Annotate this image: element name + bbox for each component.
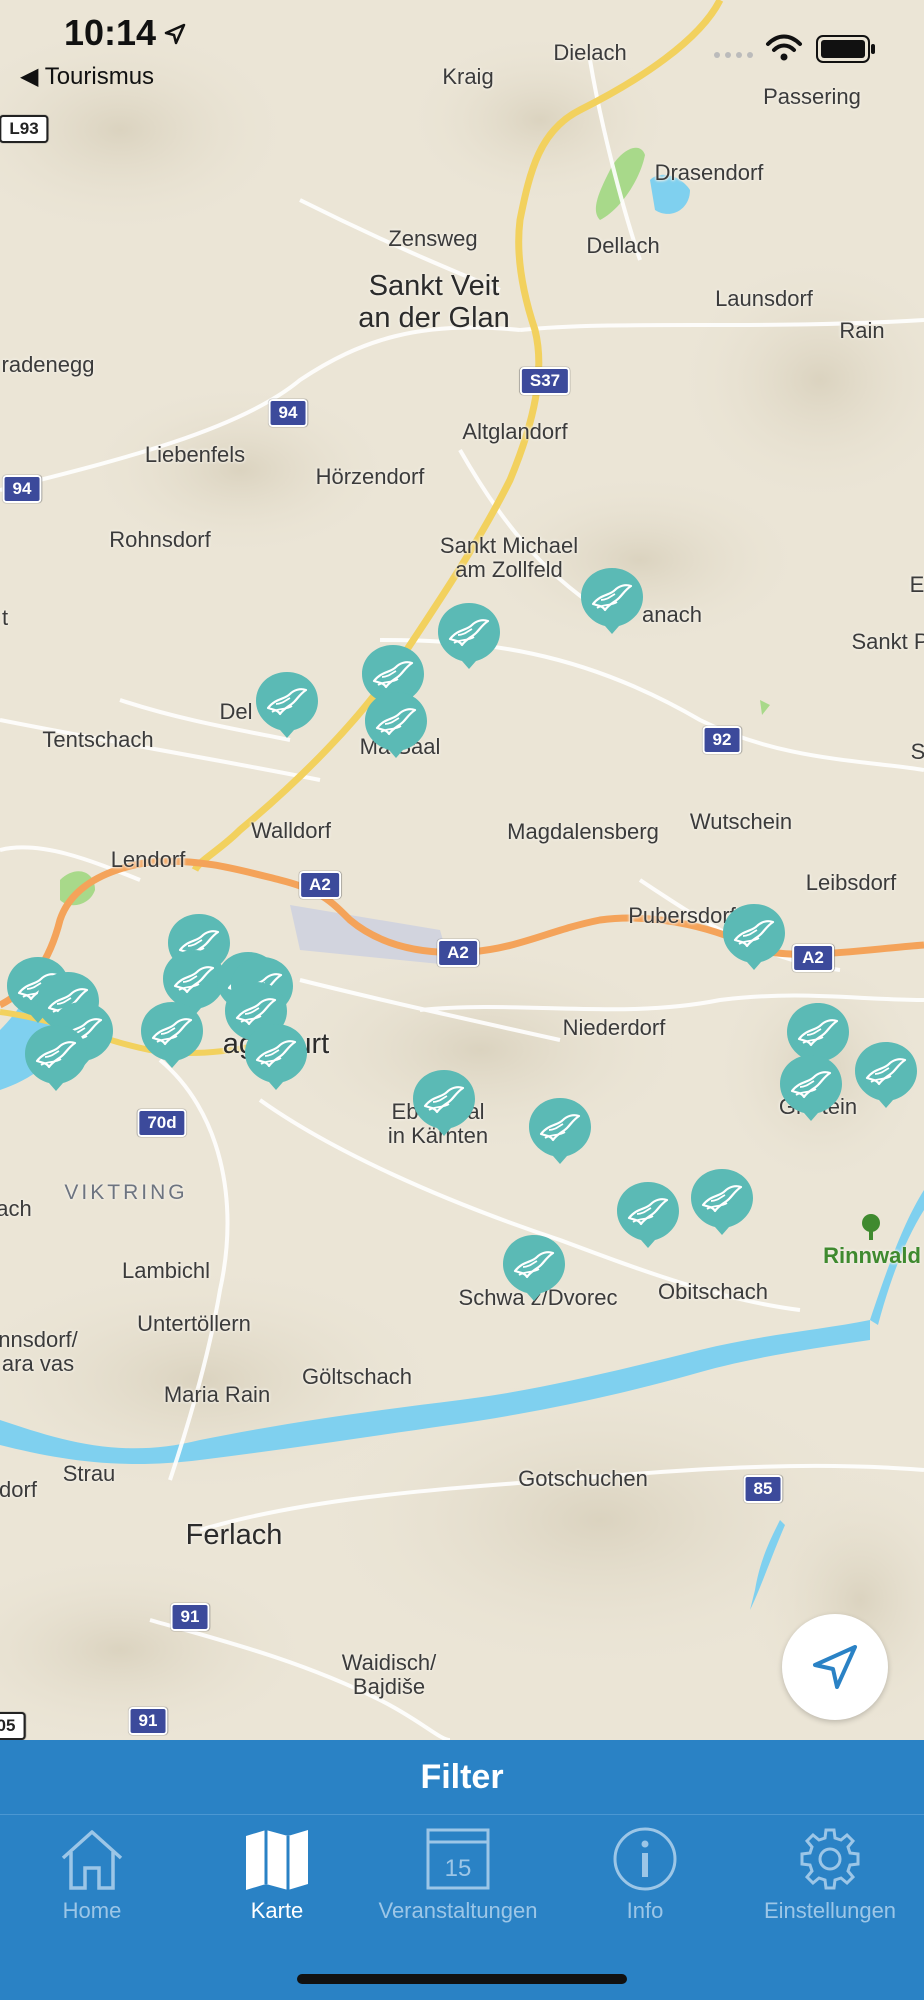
marker-pin-icon[interactable] [23,1023,89,1093]
place-label: Rohnsdorf [109,527,211,552]
marker-pin-icon[interactable] [579,566,645,636]
gear-icon [800,1828,860,1890]
place-label: Sankt Veit an der Glan [358,270,510,334]
locate-me-button[interactable] [782,1614,888,1720]
road-shield: 94 [2,475,42,503]
tab-home[interactable]: Home [2,1826,182,1924]
place-label: Liebenfels [144,442,246,467]
place-label: Göltschach [301,1364,413,1389]
battery-icon [816,35,875,63]
place-label: Hörzendorf [315,464,425,489]
place-label: Ferlach [185,1519,283,1552]
tab-info[interactable]: Info [555,1826,735,1924]
place-label: Sankt P [851,629,924,654]
map-view[interactable]: Dielach Kraig Passering Drasendorf Zensw… [0,0,924,1740]
place-label: Magdalensberg [507,819,659,844]
road-shield: 70d [137,1109,187,1137]
place-label: ach [0,1196,32,1221]
place-label: Rain [839,318,885,343]
place-label: nnsdorf/ ara vas [0,1326,78,1376]
marker-pin-icon[interactable] [689,1167,755,1237]
park-tree-icon [862,1214,880,1240]
info-icon [613,1827,677,1891]
home-icon [61,1830,123,1890]
marker-pin-icon[interactable] [527,1096,593,1166]
road-shield: 94 [268,399,308,427]
road-shield: 91 [128,1707,168,1735]
place-label: Lambichl [121,1258,211,1283]
place-label: VIKTRING [64,1181,188,1204]
place-label: Tentschach [42,727,154,752]
place-label: Leibsdorf [805,870,897,895]
road-shield: 91 [170,1603,210,1631]
map-icon [246,1830,308,1890]
road-shield: A2 [437,939,479,967]
road-shield: S37 [519,367,571,395]
tab-karte[interactable]: Karte [187,1826,367,1924]
bottom-tab-bar: Filter Home Karte 15 Veranstaltungen Inf… [0,1740,924,2000]
road-shield: 92 [702,726,742,754]
calendar-icon: 15 [426,1828,490,1890]
place-label: Wutschein [689,809,793,834]
tab-einstellungen[interactable]: Einstellungen [740,1826,920,1924]
place-label: S [910,739,924,764]
marker-pin-icon[interactable] [615,1180,681,1250]
road-shield: A2 [299,871,341,899]
home-indicator [297,1974,627,1984]
place-label: t [1,605,9,630]
marker-pin-icon[interactable] [411,1068,477,1138]
place-label: Niederdorf [562,1015,666,1040]
filter-button[interactable]: Filter [0,1740,924,1815]
marker-pin-icon[interactable] [778,1053,844,1123]
tab-label: Einstellungen [763,1898,897,1923]
place-label: Gotschuchen [518,1466,648,1491]
marker-pin-icon[interactable] [254,670,320,740]
location-arrow-icon [164,23,186,45]
place-label: Obitschach [657,1279,769,1304]
place-label: anach [642,602,702,627]
place-label: radenegg [1,352,95,377]
tab-label: Info [626,1898,664,1923]
tab-label: Veranstaltungen [378,1898,538,1923]
place-label: dorf [0,1477,37,1502]
tab-label: Karte [250,1898,304,1923]
calendar-day: 15 [445,1855,472,1882]
road-shield: L93 [0,115,49,143]
back-to-app-link[interactable]: ◀ Tourismus [20,62,154,91]
marker-pin-icon[interactable] [363,690,429,760]
navigation-arrow-icon [813,1645,857,1689]
marker-pin-icon[interactable] [139,1000,205,1070]
road-shield: 05 [0,1712,26,1740]
place-label: Maria Rain [163,1382,271,1407]
marker-pin-icon[interactable] [243,1022,309,1092]
place-label: Launsdorf [715,286,813,311]
place-label: Untertöllern [137,1311,251,1336]
place-label: Waidisch/ Bajdiše [341,1649,437,1699]
marker-pin-icon[interactable] [721,902,787,972]
place-label: Sankt Michael am Zollfeld [439,532,579,582]
place-label: Altglandorf [462,419,568,444]
place-label: Walldorf [251,818,331,843]
wifi-icon [766,34,802,61]
place-label: Lendorf [110,847,186,872]
place-label: Pubersdorf [628,903,736,928]
place-label: Strau [62,1461,116,1486]
road-shield: A2 [792,944,834,972]
status-bar: 10:14 ◀ Tourismus [0,0,924,110]
status-time: 10:14 [64,12,157,53]
signal-icon [714,52,753,58]
place-label: Dellach [586,233,660,258]
marker-pin-icon[interactable] [853,1040,919,1110]
place-label: Del [219,699,253,724]
tab-label: Home [62,1898,122,1923]
marker-pin-icon[interactable] [501,1233,567,1303]
place-label: Zensweg [388,226,478,251]
tab-veranstaltungen[interactable]: 15 Veranstaltungen [368,1826,548,1924]
road-shield: 85 [743,1475,783,1503]
place-label: Drasendorf [654,160,764,185]
place-label: E [909,572,924,597]
marker-pin-icon[interactable] [436,601,502,671]
place-label: Rinnwald [823,1243,921,1268]
